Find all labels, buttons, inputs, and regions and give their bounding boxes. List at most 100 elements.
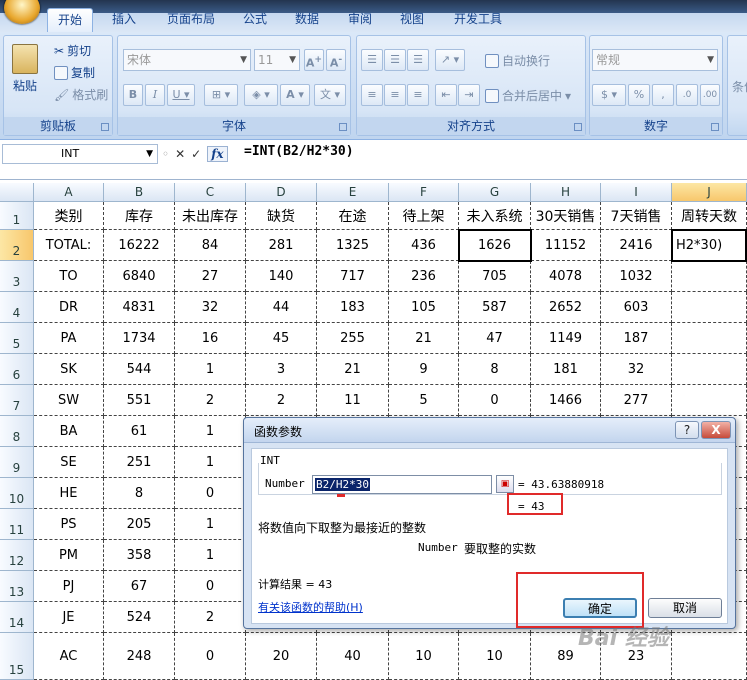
currency-icon[interactable]: $ ▾ (592, 84, 626, 106)
row-header[interactable]: 10 (0, 478, 34, 509)
cell-c3[interactable]: 27 (175, 261, 246, 292)
office-button[interactable] (4, 0, 40, 24)
cell-h6[interactable]: 181 (531, 354, 601, 385)
tab-developer[interactable]: 开发工具 (444, 8, 512, 32)
column-header-j[interactable]: J (672, 183, 747, 202)
cell-j2[interactable]: H2*30) (672, 230, 747, 261)
align-middle-icon[interactable]: ☰ (384, 49, 406, 71)
cell-a9[interactable]: SE (34, 447, 104, 478)
tab-data[interactable]: 数据 (285, 8, 329, 32)
column-header-f[interactable]: F (389, 183, 459, 202)
align-right-icon[interactable]: ≡ (407, 84, 429, 106)
cell-g2[interactable]: 1626 (459, 230, 531, 261)
cell-e15[interactable]: 40 (317, 633, 389, 680)
cell-e1[interactable]: 在途 (317, 202, 389, 230)
cell-b6[interactable]: 544 (104, 354, 175, 385)
cell-a3[interactable]: TO (34, 261, 104, 292)
copy-button[interactable]: 复制 (54, 64, 95, 81)
cell-j15[interactable] (672, 633, 747, 680)
wrap-text-button[interactable]: 自动换行 (485, 52, 550, 69)
cell-e5[interactable]: 255 (317, 323, 389, 354)
cell-b10[interactable]: 8 (104, 478, 175, 509)
close-icon[interactable]: X (701, 421, 731, 439)
column-header-e[interactable]: E (317, 183, 389, 202)
cell-j6[interactable] (672, 354, 747, 385)
column-header-h[interactable]: H (531, 183, 601, 202)
row-header[interactable]: 2 (0, 230, 34, 261)
cell-a8[interactable]: BA (34, 416, 104, 447)
cell-j5[interactable] (672, 323, 747, 354)
cell-c13[interactable]: 0 (175, 571, 246, 602)
cell-a15[interactable]: AC (34, 633, 104, 680)
increase-decimal-icon[interactable]: .0 (676, 84, 698, 106)
bold-icon[interactable]: B (123, 84, 143, 106)
font-color-icon[interactable]: A ▾ (280, 84, 310, 106)
format-painter-button[interactable]: 🖌 格式刷 (54, 86, 108, 103)
cell-e4[interactable]: 183 (317, 292, 389, 323)
cell-h2[interactable]: 11152 (531, 230, 601, 261)
cut-button[interactable]: ✂ 剪切 (54, 42, 91, 59)
cell-c15[interactable]: 0 (175, 633, 246, 680)
cell-b12[interactable]: 358 (104, 540, 175, 571)
cell-c11[interactable]: 1 (175, 509, 246, 540)
cell-g5[interactable]: 47 (459, 323, 531, 354)
cell-c4[interactable]: 32 (175, 292, 246, 323)
row-header[interactable]: 8 (0, 416, 34, 447)
cell-b15[interactable]: 248 (104, 633, 175, 680)
dialog-title-bar[interactable]: 函数参数 ? X (244, 418, 735, 443)
row-header[interactable]: 1 (0, 202, 34, 230)
cell-a4[interactable]: DR (34, 292, 104, 323)
row-header[interactable]: 5 (0, 323, 34, 354)
number-format-combo[interactable]: 常规 ▼ (592, 49, 718, 71)
row-header[interactable]: 13 (0, 571, 34, 602)
help-link[interactable]: 有关该函数的帮助(H) (258, 599, 363, 615)
number-argument-input[interactable]: B2/H2*30 (312, 475, 492, 494)
decrease-indent-icon[interactable]: ⇤ (435, 84, 457, 106)
cell-j7[interactable] (672, 385, 747, 416)
cell-i4[interactable]: 603 (601, 292, 672, 323)
cell-i7[interactable]: 277 (601, 385, 672, 416)
cell-b3[interactable]: 6840 (104, 261, 175, 292)
row-header[interactable]: 9 (0, 447, 34, 478)
cell-d7[interactable]: 2 (246, 385, 317, 416)
borders-icon[interactable]: ⊞ ▾ (204, 84, 238, 106)
column-header-a[interactable]: A (34, 183, 104, 202)
cell-i1[interactable]: 7天销售 (601, 202, 672, 230)
select-all-corner[interactable] (0, 183, 34, 202)
percent-icon[interactable]: % (628, 84, 650, 106)
increase-indent-icon[interactable]: ⇥ (458, 84, 480, 106)
cell-b1[interactable]: 库存 (104, 202, 175, 230)
comma-icon[interactable]: , (652, 84, 674, 106)
tab-review[interactable]: 审阅 (338, 8, 382, 32)
dialog-launcher-icon[interactable] (711, 123, 719, 131)
paste-button[interactable]: 粘贴 (12, 44, 38, 94)
cell-a2[interactable]: TOTAL: (34, 230, 104, 261)
cell-a13[interactable]: PJ (34, 571, 104, 602)
cell-e7[interactable]: 11 (317, 385, 389, 416)
cancel-icon[interactable]: ✕ (175, 147, 185, 161)
cell-b8[interactable]: 61 (104, 416, 175, 447)
italic-icon[interactable]: I (145, 84, 165, 106)
tab-home[interactable]: 开始 (47, 8, 93, 32)
cell-c8[interactable]: 1 (175, 416, 246, 447)
tab-insert[interactable]: 插入 (100, 8, 148, 32)
cell-c9[interactable]: 1 (175, 447, 246, 478)
cell-e2[interactable]: 1325 (317, 230, 389, 261)
tab-view[interactable]: 视图 (390, 8, 434, 32)
cell-f3[interactable]: 236 (389, 261, 459, 292)
cell-d1[interactable]: 缺货 (246, 202, 317, 230)
cell-j3[interactable] (672, 261, 747, 292)
shrink-font-icon[interactable]: A- (326, 49, 346, 71)
align-center-icon[interactable]: ≡ (384, 84, 406, 106)
align-top-icon[interactable]: ☰ (361, 49, 383, 71)
cell-g7[interactable]: 0 (459, 385, 531, 416)
row-header[interactable]: 12 (0, 540, 34, 571)
column-header-b[interactable]: B (104, 183, 175, 202)
cell-f5[interactable]: 21 (389, 323, 459, 354)
cell-i3[interactable]: 1032 (601, 261, 672, 292)
font-size-combo[interactable]: 11 ▼ (254, 49, 300, 71)
cell-d6[interactable]: 3 (246, 354, 317, 385)
dialog-launcher-icon[interactable] (101, 123, 109, 131)
cell-b14[interactable]: 524 (104, 602, 175, 633)
cell-a7[interactable]: SW (34, 385, 104, 416)
